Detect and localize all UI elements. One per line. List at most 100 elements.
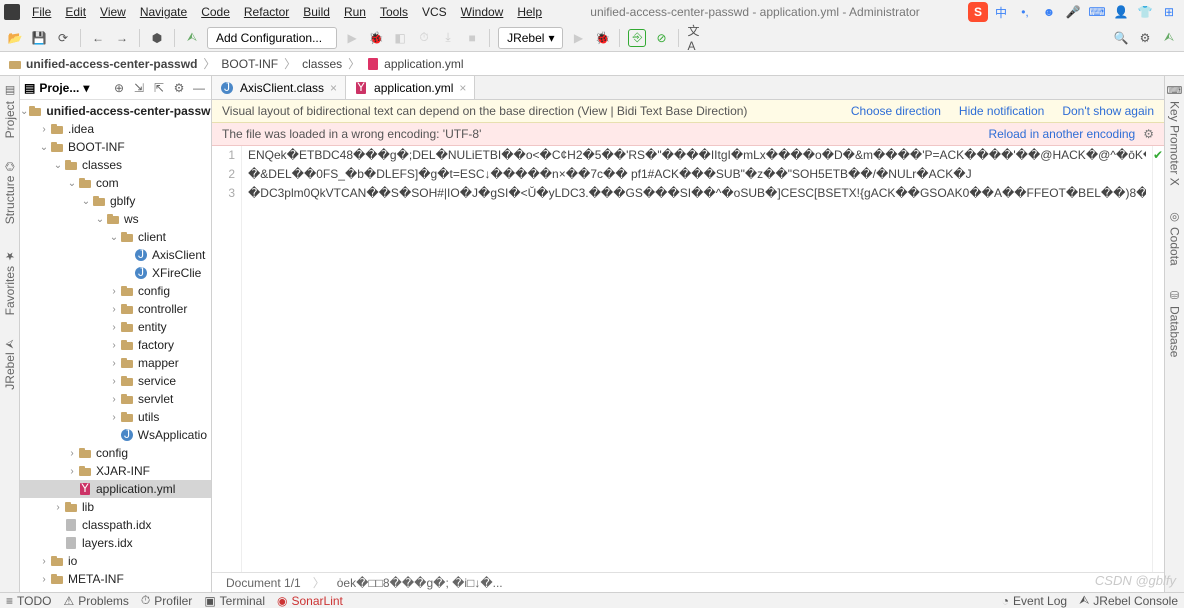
ime-smiley-icon[interactable]: ☻	[1041, 4, 1057, 20]
project-title[interactable]: ▤ Proje... ▾	[24, 81, 107, 95]
profile-icon[interactable]: ⏱	[415, 29, 433, 47]
run-icon[interactable]: ▶	[343, 29, 361, 47]
ime-lang-icon[interactable]: 中	[993, 4, 1009, 20]
tree-item--idea[interactable]: ›.idea	[20, 120, 211, 138]
tool-sonarlint[interactable]: ◉ SonarLint	[277, 594, 343, 608]
tree-item-classpath-idx[interactable]: classpath.idx	[20, 516, 211, 534]
tree-item-gblfy[interactable]: ⌄gblfy	[20, 192, 211, 210]
ime-comma-icon[interactable]: •,	[1017, 4, 1033, 20]
tree-item-org[interactable]: ›org	[20, 588, 211, 592]
translate-icon[interactable]: 文A	[687, 29, 705, 47]
menu-window[interactable]: Window	[455, 3, 510, 21]
jrebel-debug-icon[interactable]: 🐞	[593, 29, 611, 47]
menu-view[interactable]: View	[94, 3, 132, 21]
tool-eventlog[interactable]: ◔ Event Log	[1002, 594, 1067, 608]
ime-keyboard-icon[interactable]: ⌨	[1089, 4, 1105, 20]
menu-help[interactable]: Help	[511, 3, 548, 21]
search-icon[interactable]: 🔍	[1112, 29, 1130, 47]
ime-mic-icon[interactable]: 🎤	[1065, 4, 1081, 20]
menu-run[interactable]: Run	[338, 3, 372, 21]
editor-tab-axisclient-class[interactable]: JAxisClient.class×	[212, 76, 346, 99]
stop-icon[interactable]: ■	[463, 29, 481, 47]
tree-item-config[interactable]: ›config	[20, 444, 211, 462]
tool-structure[interactable]: Structure ⌬	[3, 158, 17, 228]
hide-icon[interactable]: —	[191, 80, 207, 96]
jrebel-rocket-icon[interactable]: ⮙	[183, 29, 201, 47]
build-icon[interactable]: ⬢	[148, 29, 166, 47]
breadcrumb-item[interactable]: BOOT-INF	[221, 57, 278, 71]
tool-jrebel[interactable]: JRebel ⮙	[3, 335, 17, 394]
tree-item-config[interactable]: ›config	[20, 282, 211, 300]
banner-gear-icon[interactable]: ⚙	[1143, 127, 1154, 141]
forward-icon[interactable]: →	[113, 29, 131, 47]
jrebel-run-icon[interactable]: ▶	[569, 29, 587, 47]
breadcrumb-root[interactable]: unified-access-center-passwd	[8, 57, 197, 71]
menu-navigate[interactable]: Navigate	[134, 3, 193, 21]
tree-item-meta-inf[interactable]: ›META-INF	[20, 570, 211, 588]
tool-jrebel-console[interactable]: ⮙ JRebel Console	[1079, 593, 1178, 608]
tool-database[interactable]: ⛁ Database	[1168, 285, 1182, 361]
tree-item-xfireclie[interactable]: JXFireClie	[20, 264, 211, 282]
menu-file[interactable]: File	[26, 3, 57, 21]
menu-vcs[interactable]: VCS	[416, 3, 453, 21]
breadcrumb-item[interactable]: classes	[302, 57, 342, 71]
attach-icon[interactable]: ⤓	[439, 29, 457, 47]
coverage-icon[interactable]: ◧	[391, 29, 409, 47]
expand-all-icon[interactable]: ⇲	[131, 80, 147, 96]
tree-item-axisclient[interactable]: JAxisClient	[20, 246, 211, 264]
tree-item-controller[interactable]: ›controller	[20, 300, 211, 318]
close-icon[interactable]: ×	[459, 81, 466, 95]
tree-item-ws[interactable]: ⌄ws	[20, 210, 211, 228]
tree-item-wsapplicatio[interactable]: JWsApplicatio	[20, 426, 211, 444]
close-icon[interactable]: ×	[330, 81, 337, 95]
codota-icon[interactable]: ⎆	[628, 29, 646, 47]
ime-shirt-icon[interactable]: 👕	[1137, 4, 1153, 20]
tree-item-io[interactable]: ›io	[20, 552, 211, 570]
jrebel-selector[interactable]: JRebel ▾	[498, 27, 563, 49]
save-icon[interactable]: 💾	[30, 29, 48, 47]
sogou-ime-icon[interactable]: S	[968, 2, 988, 22]
tool-profiler[interactable]: ⏱ Profiler	[141, 593, 192, 608]
debug-icon[interactable]: 🐞	[367, 29, 385, 47]
tool-key-promoter[interactable]: ⌨ Key Promoter X	[1168, 80, 1182, 190]
tree-item-boot-inf[interactable]: ⌄BOOT-INF	[20, 138, 211, 156]
reload-encoding-link[interactable]: Reload in another encoding	[988, 127, 1135, 141]
breadcrumb-file[interactable]: application.yml	[366, 57, 463, 71]
menu-edit[interactable]: Edit	[59, 3, 92, 21]
settings-gear-icon[interactable]: ⚙	[1136, 29, 1154, 47]
project-tree[interactable]: ⌄unified-access-center-passwd›.idea⌄BOOT…	[20, 100, 211, 592]
tree-item-servlet[interactable]: ›servlet	[20, 390, 211, 408]
tool-terminal[interactable]: ▣ Terminal	[204, 594, 265, 608]
refresh-icon[interactable]: ⟳	[54, 29, 72, 47]
tool-project[interactable]: Project ▤	[3, 80, 17, 142]
tool-problems[interactable]: ⚠ Problems	[63, 594, 128, 608]
tree-item-xjar-inf[interactable]: ›XJAR-INF	[20, 462, 211, 480]
back-icon[interactable]: ←	[89, 29, 107, 47]
tree-item-utils[interactable]: ›utils	[20, 408, 211, 426]
editor-tab-application-yml[interactable]: Yapplication.yml×	[346, 76, 475, 99]
no-icon[interactable]: ⊘	[652, 29, 670, 47]
error-stripe[interactable]: ✔	[1152, 146, 1164, 572]
tree-item-application-yml[interactable]: Yapplication.yml	[20, 480, 211, 498]
collapse-all-icon[interactable]: ⇱	[151, 80, 167, 96]
menu-refactor[interactable]: Refactor	[238, 3, 295, 21]
tree-item-classes[interactable]: ⌄classes	[20, 156, 211, 174]
tool-todo[interactable]: ≡ TODO	[6, 594, 51, 608]
tree-item-unified-access-center-passwd[interactable]: ⌄unified-access-center-passwd	[20, 102, 211, 120]
ime-user-icon[interactable]: 👤	[1113, 4, 1129, 20]
ime-grid-icon[interactable]: ⊞	[1161, 4, 1177, 20]
tree-item-client[interactable]: ⌄client	[20, 228, 211, 246]
code-content[interactable]: ENQek�ETBDC48���g�;DEL�NULiETBI��o<�C¢H2…	[242, 146, 1152, 572]
tree-item-lib[interactable]: ›lib	[20, 498, 211, 516]
tree-item-service[interactable]: ›service	[20, 372, 211, 390]
menu-code[interactable]: Code	[195, 3, 236, 21]
line-number-gutter[interactable]: 1 2 3	[212, 146, 242, 572]
gear-icon[interactable]: ⚙	[171, 80, 187, 96]
tree-item-layers-idx[interactable]: layers.idx	[20, 534, 211, 552]
tree-item-factory[interactable]: ›factory	[20, 336, 211, 354]
select-opened-icon[interactable]: ⊕	[111, 80, 127, 96]
dont-show-again-link[interactable]: Don't show again	[1062, 104, 1154, 118]
menu-build[interactable]: Build	[297, 3, 336, 21]
tree-item-entity[interactable]: ›entity	[20, 318, 211, 336]
choose-direction-link[interactable]: Choose direction	[851, 104, 941, 118]
